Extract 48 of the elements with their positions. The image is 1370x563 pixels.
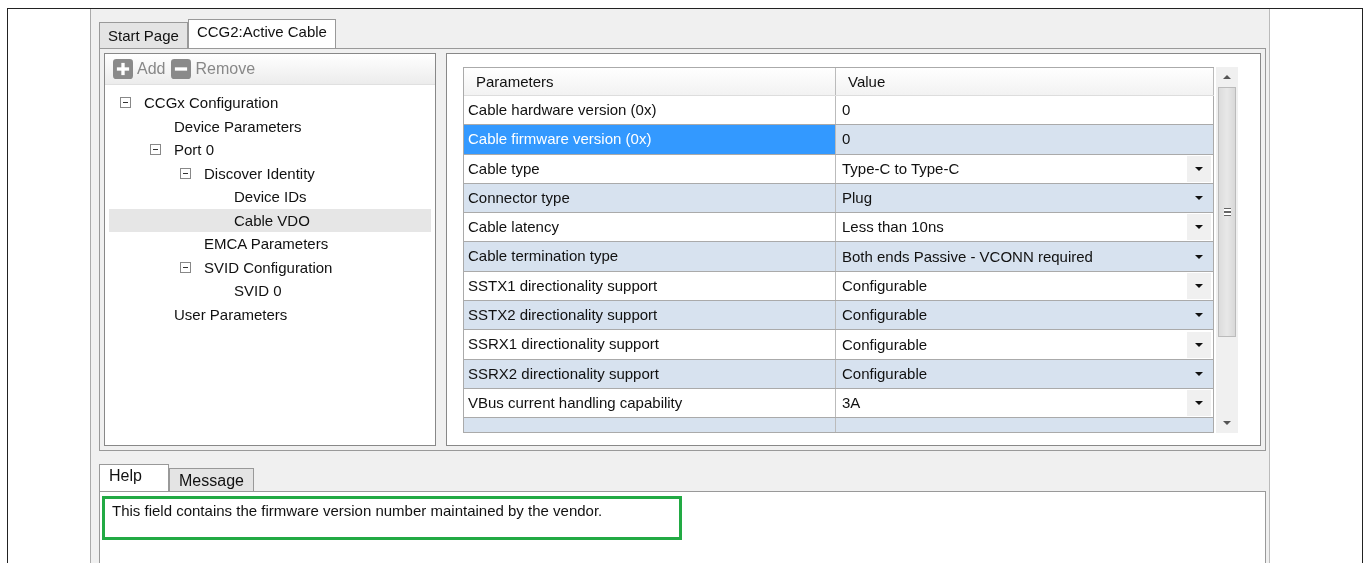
collapse-icon[interactable]: [120, 97, 131, 109]
table-cell[interactable]: Configurable: [836, 330, 1214, 359]
table-cell[interactable]: Cable termination type: [464, 242, 836, 271]
tree-item[interactable]: User Parameters: [174, 305, 288, 323]
table-cell[interactable]: 0: [836, 125, 1214, 154]
collapse-icon[interactable]: [180, 167, 191, 179]
table-cell[interactable]: Configurable: [836, 301, 1214, 330]
table-cell[interactable]: Cable hardware version (0x): [464, 96, 836, 125]
table-cell[interactable]: Cable type: [464, 154, 836, 183]
collapse-icon[interactable]: [180, 261, 191, 273]
table-cell[interactable]: SSRX2 directionality support: [464, 359, 836, 388]
scroll-down-icon[interactable]: [1223, 421, 1231, 425]
document-tab[interactable]: Start Page: [99, 22, 188, 48]
column-header: Value: [836, 68, 1214, 95]
collapse-icon[interactable]: [150, 144, 161, 156]
table-cell[interactable]: SSRX1 directionality support: [464, 330, 836, 359]
scroll-thumb[interactable]: [1218, 87, 1236, 337]
document-tab[interactable]: CCG2:Active Cable: [187, 19, 336, 48]
table-cell[interactable]: SSTX1 directionality support: [464, 271, 836, 301]
tree-item[interactable]: Device Parameters: [174, 117, 302, 135]
table-cell[interactable]: Cable latency: [464, 213, 836, 242]
tree-item[interactable]: Discover Identity: [204, 164, 315, 182]
tree-item[interactable]: Device IDs: [234, 188, 307, 206]
table-cell[interactable]: SSTX2 directionality support: [464, 301, 836, 330]
tree-item[interactable]: CCGx Configuration: [144, 94, 279, 112]
tree-item[interactable]: SVID Configuration: [204, 258, 333, 276]
tree-item[interactable]: Port 0: [174, 141, 215, 159]
column-header: Parameters: [464, 68, 836, 95]
tree-item[interactable]: SVID 0: [234, 282, 282, 300]
table-cell[interactable]: 0: [836, 96, 1214, 125]
table-cell[interactable]: Plug: [836, 183, 1214, 213]
scroll-up-icon[interactable]: [1223, 75, 1231, 79]
scrollbar[interactable]: [1216, 67, 1238, 433]
table-cell[interactable]: Configurable: [836, 271, 1214, 301]
minus-icon: [171, 59, 192, 79]
panel-tab[interactable]: Message: [169, 468, 254, 491]
table-cell[interactable]: Less than 10ns: [836, 213, 1214, 242]
table-cell[interactable]: Configurable: [836, 359, 1214, 388]
table-cell[interactable]: Type-C to Type-C: [836, 154, 1214, 183]
tree-item[interactable]: Cable VDO: [234, 211, 310, 229]
plus-icon: [113, 59, 133, 79]
table-cell[interactable]: Both ends Passive - VCONN required: [836, 242, 1214, 271]
table-cell[interactable]: 3A: [836, 388, 1214, 418]
table-cell[interactable]: VBus current handling capability: [464, 388, 836, 418]
table-cell[interactable]: Connector type: [464, 183, 836, 213]
panel-tab[interactable]: Help: [99, 464, 169, 491]
help-text: This field contains the firmware version number maintained by the vendor.: [102, 496, 682, 540]
tree-item[interactable]: EMCA Parameters: [204, 235, 329, 253]
